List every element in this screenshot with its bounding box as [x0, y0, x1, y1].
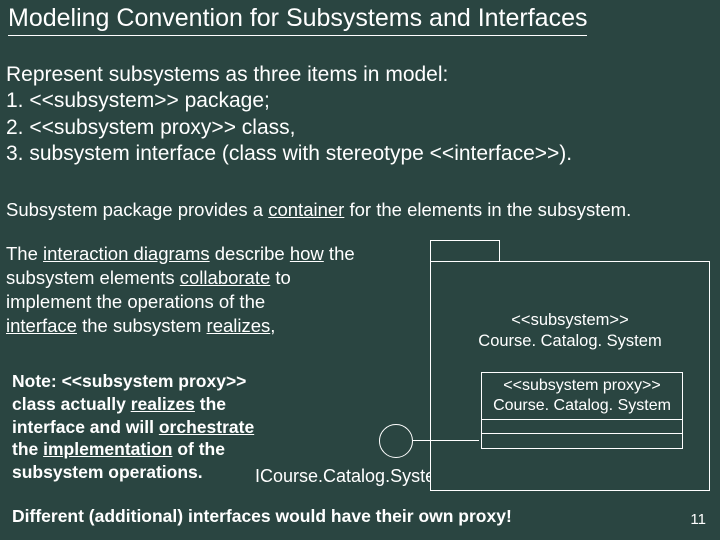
txt: implement the operations of the	[6, 291, 265, 312]
package-name: Course. Catalog. System	[478, 332, 661, 350]
slide-number: 11	[690, 511, 706, 528]
uml-proxy-class: <<subsystem proxy>> Course. Catalog. Sys…	[481, 372, 683, 449]
txt: the subsystem	[77, 315, 207, 336]
page-title: Modeling Convention for Subsystems and I…	[8, 4, 587, 36]
uml-interface-connector	[413, 440, 479, 441]
proxy-header: <<subsystem proxy>> Course. Catalog. Sys…	[482, 373, 682, 420]
container-post: for the elements in the subsystem.	[344, 199, 631, 220]
txt-u: realizes	[131, 394, 195, 414]
interaction-paragraph: The interaction diagrams describe how th…	[6, 242, 416, 338]
txt: interface and will	[12, 417, 159, 437]
txt: the	[324, 243, 355, 264]
txt: ,	[270, 315, 275, 336]
intro-block: Represent subsystems as three items in m…	[6, 62, 572, 167]
txt: describe	[210, 243, 290, 264]
txt: The	[6, 243, 43, 264]
package-stereo: <<subsystem>>	[511, 311, 628, 329]
intro-lead: Represent subsystems as three items in m…	[6, 62, 572, 88]
footer-note: Different (additional) interfaces would …	[12, 506, 512, 527]
proxy-attrs	[482, 420, 682, 434]
intro-item-1: 1. <<subsystem>> package;	[6, 88, 572, 114]
proxy-name: Course. Catalog. System	[493, 397, 671, 414]
intro-item-2: 2. <<subsystem proxy>> class,	[6, 115, 572, 141]
txt: of the	[172, 439, 225, 459]
txt-u: implementation	[43, 439, 172, 459]
intro-item-3: 3. subsystem interface (class with stere…	[6, 141, 572, 167]
txt: Note: <<subsystem proxy>>	[12, 371, 246, 391]
txt: the	[12, 439, 43, 459]
txt-u: realizes	[207, 315, 271, 336]
txt-u: collaborate	[180, 267, 271, 288]
container-underline: container	[268, 199, 344, 220]
txt: class actually	[12, 394, 131, 414]
txt: subsystem operations.	[12, 462, 203, 482]
interface-label: ICourse.Catalog.System	[255, 466, 450, 487]
proxy-stereo: <<subsystem proxy>>	[503, 377, 660, 394]
proxy-ops	[482, 434, 682, 448]
container-paragraph: Subsystem package provides a container f…	[6, 198, 706, 222]
uml-package-body: <<subsystem>> Course. Catalog. System <<…	[430, 261, 710, 491]
slide: Modeling Convention for Subsystems and I…	[0, 0, 720, 540]
txt: subsystem elements	[6, 267, 180, 288]
txt: to	[270, 267, 291, 288]
container-pre: Subsystem package provides a	[6, 199, 268, 220]
txt-u: orchestrate	[159, 417, 254, 437]
txt-u: how	[290, 243, 324, 264]
txt-u: interface	[6, 315, 77, 336]
uml-package-label: <<subsystem>> Course. Catalog. System	[431, 310, 709, 353]
uml-interface-lollipop-icon	[379, 424, 413, 458]
uml-package-tab	[430, 240, 500, 262]
txt-u: interaction diagrams	[43, 243, 210, 264]
txt: the	[195, 394, 226, 414]
